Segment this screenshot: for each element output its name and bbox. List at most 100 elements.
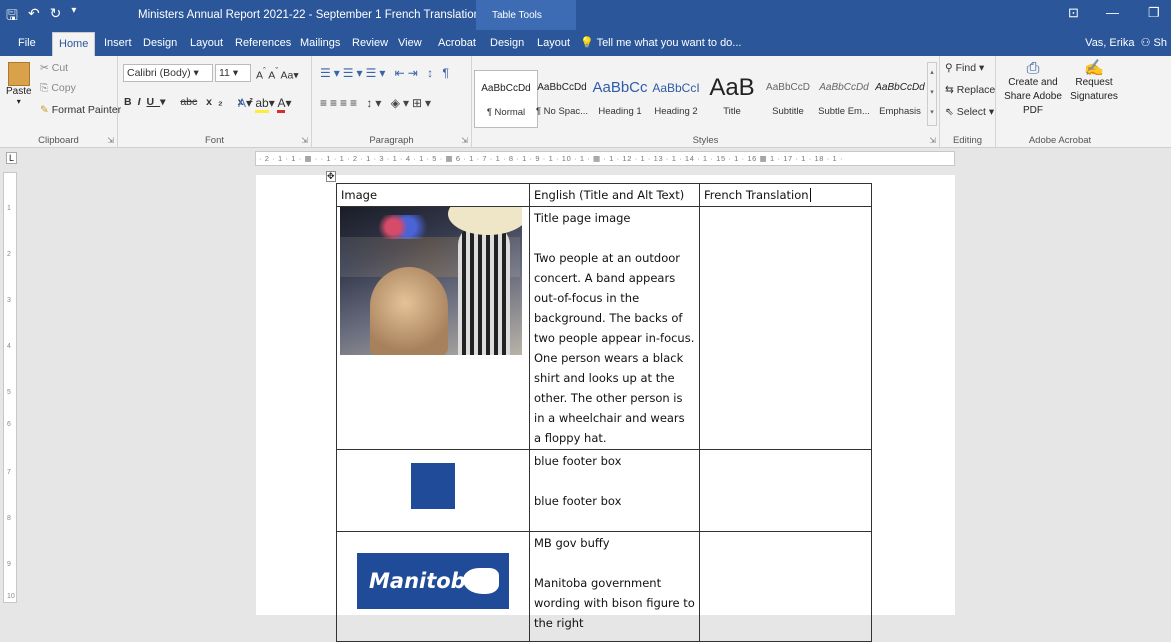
replace-button[interactable]: ⇆ Replace [945, 84, 995, 96]
font-size-select[interactable]: 11 ▾ [215, 64, 251, 82]
style-emphasis[interactable]: AaBbCcDd Emphasis [868, 70, 932, 128]
lightbulb-icon: 💡 [580, 37, 594, 49]
text-effects-icon[interactable]: A [238, 96, 246, 110]
header-cell-english[interactable]: English (Title and Alt Text) [529, 183, 700, 207]
tab-review[interactable]: Review [352, 30, 388, 56]
font-group: Calibri (Body) ▾ 11 ▾ Aˆ Aˇ Aa▾ BIU▾ abc… [118, 56, 312, 148]
tab-design[interactable]: Design [143, 30, 177, 56]
manitoba-logo[interactable]: Manitoba [357, 553, 509, 609]
tab-layout[interactable]: Layout [190, 30, 223, 56]
style-normal[interactable]: AaBbCcDd ¶ Normal [474, 70, 538, 128]
paste-icon [7, 62, 30, 86]
ruler-scale[interactable]: · 2 · 1 · 1 · ▦ · · 1 · 1 · 2 · 1 · 3 · … [255, 151, 955, 166]
format-painter-button[interactable]: ✎ Format Painter [40, 104, 121, 116]
alt-title: MB gov buffy [534, 536, 610, 550]
image-cell[interactable]: Manitoba [336, 531, 530, 642]
concert-photo[interactable] [340, 207, 522, 355]
horizontal-ruler: L · 2 · 1 · 1 · ▦ · · 1 · 1 · 2 · 1 · 3 … [0, 148, 1171, 170]
header-cell-image[interactable]: Image [336, 183, 530, 207]
save-icon[interactable]: 🖫 [6, 5, 18, 29]
french-cell[interactable] [699, 449, 872, 532]
blue-footer-box[interactable] [411, 463, 455, 509]
paste-button[interactable]: Paste ▾ [6, 62, 32, 106]
alt-text: Manitoba government wording with bison f… [534, 576, 695, 630]
translation-table[interactable]: Image English (Title and Alt Text) Frenc… [336, 183, 872, 642]
table-row: Manitoba MB gov buffy Manitoba governmen… [336, 531, 872, 642]
request-signatures-button[interactable]: ✍ Request Signatures [1068, 60, 1120, 104]
french-cell[interactable] [699, 206, 872, 450]
list-buttons[interactable]: ☰▾☰▾☰▾ ⇤⇥ ↕ ¶ [320, 66, 452, 80]
tab-table-design[interactable]: Design [490, 30, 524, 56]
table-row: blue footer box blue footer box [336, 449, 872, 532]
tab-stop-selector[interactable]: L [6, 152, 18, 164]
table-row: Title page image Two people at an outdoo… [336, 206, 872, 450]
brush-icon: ✎ [40, 104, 49, 116]
alt-title: Title page image [534, 211, 631, 225]
minimize-icon[interactable]: — [1106, 5, 1119, 20]
signature-icon: ✍ [1084, 60, 1104, 77]
english-cell[interactable]: blue footer box blue footer box [529, 449, 700, 532]
english-cell[interactable]: Title page image Two people at an outdoo… [529, 206, 700, 450]
ribbon-display-icon[interactable]: ⊡ [1068, 5, 1079, 21]
font-color-icon[interactable]: A [277, 96, 286, 113]
ribbon-tabs: File Home Insert Design Layout Reference… [0, 30, 1171, 56]
adobe-acrobat-group: ⎙ Create and Share Adobe PDF ✍ Request S… [996, 56, 1124, 148]
table-move-handle[interactable]: ✥ [326, 171, 336, 182]
tell-me-box[interactable]: 💡 Tell me what you want to do... [580, 30, 741, 56]
alt-text: blue footer box [534, 494, 622, 508]
tab-references[interactable]: References [235, 30, 291, 56]
select-button[interactable]: ⇖ Select ▾ [945, 106, 994, 118]
styles-group: AaBbCcDd ¶ Normal AaBbCcDd ¶ No Spac... Aa… [472, 56, 940, 148]
share-icon[interactable]: ⚇ Sh [1141, 37, 1167, 49]
find-button[interactable]: ⚲ Find ▾ [945, 62, 984, 74]
table-tools-context: Table Tools [476, 0, 576, 30]
image-cell[interactable] [336, 206, 530, 450]
ribbon: Paste ▾ ✂ Cut ⎘ Copy ✎ Format Painter Cl… [0, 56, 1171, 148]
clipboard-launcher-icon[interactable]: ⇲ [107, 136, 114, 145]
style-subtle-emphasis[interactable]: AaBbCcDd Subtle Em... [812, 70, 876, 128]
english-cell[interactable]: MB gov buffy Manitoba government wording… [529, 531, 700, 642]
align-buttons[interactable]: ≡≡≡≡ ↕▾ ◈▾⊞▾ [320, 96, 434, 110]
cut-button[interactable]: ✂ Cut [40, 62, 68, 74]
copy-button[interactable]: ⎘ Copy [40, 82, 76, 95]
style-title[interactable]: AaB Title [700, 70, 764, 128]
shading-icon[interactable]: ◈ [391, 96, 403, 110]
tab-file[interactable]: File [18, 30, 36, 56]
styles-scroll[interactable]: ▴ ▾ ▾ [927, 62, 937, 126]
customize-qa-icon[interactable]: ▾ [71, 5, 76, 29]
header-cell-french[interactable]: French Translation [699, 183, 872, 207]
borders-icon[interactable]: ⊞ [412, 96, 425, 110]
search-icon: ⚲ [945, 62, 953, 74]
tab-mailings[interactable]: Mailings [300, 30, 340, 56]
user-account[interactable]: Vas, Erika ⚇ Sh [1085, 30, 1167, 56]
copy-icon: ⎘ [40, 82, 49, 94]
restore-icon[interactable]: ❐ [1148, 5, 1160, 21]
tab-table-layout[interactable]: Layout [537, 30, 570, 56]
title-bar: 🖫 ↶ ↻ ▾ Ministers Annual Report 2021-22 … [0, 0, 1171, 30]
style-heading-2[interactable]: AaBbCcI Heading 2 [644, 70, 708, 128]
vertical-ruler: 1 2 3 4 5 6 7 8 9 10 [3, 172, 17, 603]
font-name-select[interactable]: Calibri (Body) ▾ [123, 64, 213, 82]
tab-view[interactable]: View [398, 30, 422, 56]
redo-icon[interactable]: ↻ [50, 5, 62, 29]
document-page[interactable]: ✥ Image English (Title and Alt Text) Fre… [256, 171, 955, 642]
alt-text: Two people at an outdoor concert. A band… [534, 251, 695, 445]
style-no-spacing[interactable]: AaBbCcDd ¶ No Spac... [530, 70, 594, 128]
style-subtitle[interactable]: AaBbCcD Subtitle [756, 70, 820, 128]
tab-insert[interactable]: Insert [104, 30, 132, 56]
replace-icon: ⇆ [945, 84, 954, 96]
image-cell[interactable] [336, 449, 530, 532]
paragraph-launcher-icon[interactable]: ⇲ [461, 136, 468, 145]
create-share-pdf-button[interactable]: ⎙ Create and Share Adobe PDF [1000, 60, 1066, 118]
grow-shrink-font-buttons[interactable]: Aˆ Aˇ Aa▾ [256, 66, 299, 82]
style-heading-1[interactable]: AaBbCc Heading 1 [588, 70, 652, 128]
pdf-icon: ⎙ [1026, 60, 1040, 77]
tab-home[interactable]: Home [52, 32, 96, 56]
styles-launcher-icon[interactable]: ⇲ [929, 136, 936, 145]
french-cell[interactable] [699, 531, 872, 642]
color-buttons[interactable]: A▾ ab▾ A▾ [238, 96, 291, 113]
highlight-icon[interactable]: ab [255, 96, 269, 113]
undo-icon[interactable]: ↶ [28, 5, 40, 29]
tab-acrobat[interactable]: Acrobat [438, 30, 476, 56]
font-launcher-icon[interactable]: ⇲ [301, 136, 308, 145]
